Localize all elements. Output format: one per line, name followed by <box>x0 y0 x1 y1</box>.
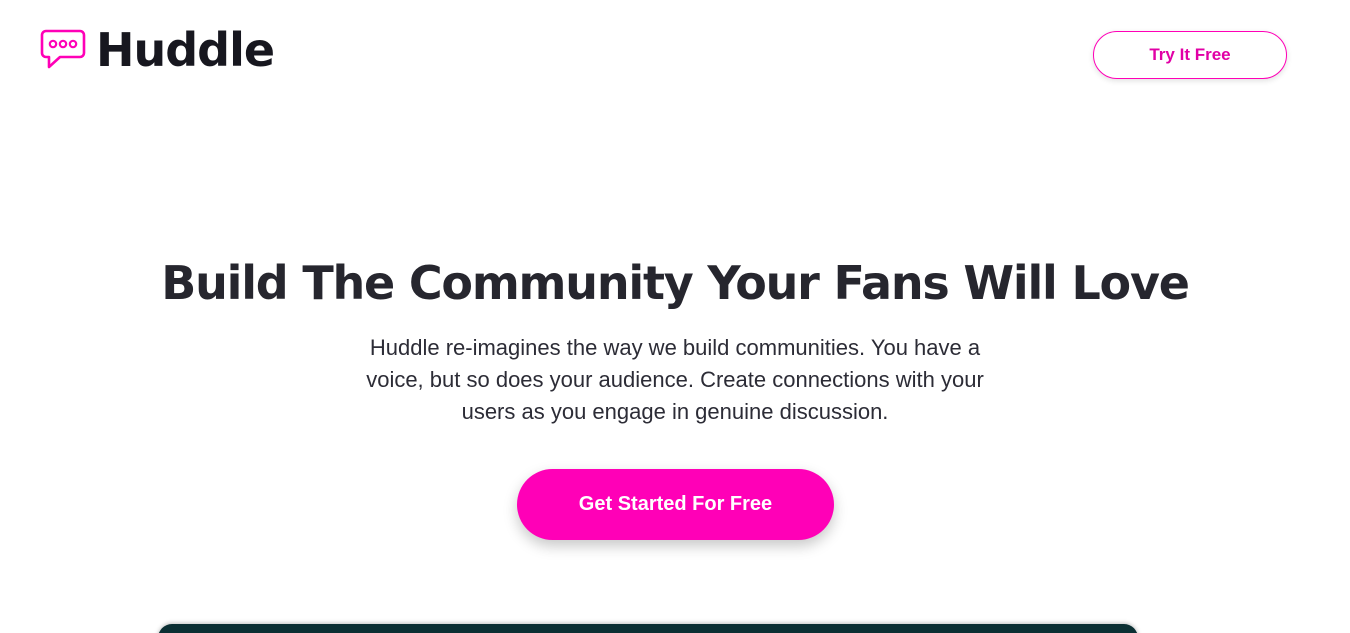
app-mockup-frame <box>158 624 1138 633</box>
site-header: Huddle Try It Free <box>0 0 1350 110</box>
try-it-free-button[interactable]: Try It Free <box>1093 31 1287 79</box>
get-started-button[interactable]: Get Started For Free <box>517 469 834 540</box>
hero-title: Build The Community Your Fans Will Love <box>161 256 1190 310</box>
logo[interactable]: Huddle <box>40 23 275 77</box>
logo-text: Huddle <box>96 23 275 77</box>
hero-description: Huddle re-imagines the way we build comm… <box>366 335 984 424</box>
chat-bubble-icon <box>40 29 86 69</box>
